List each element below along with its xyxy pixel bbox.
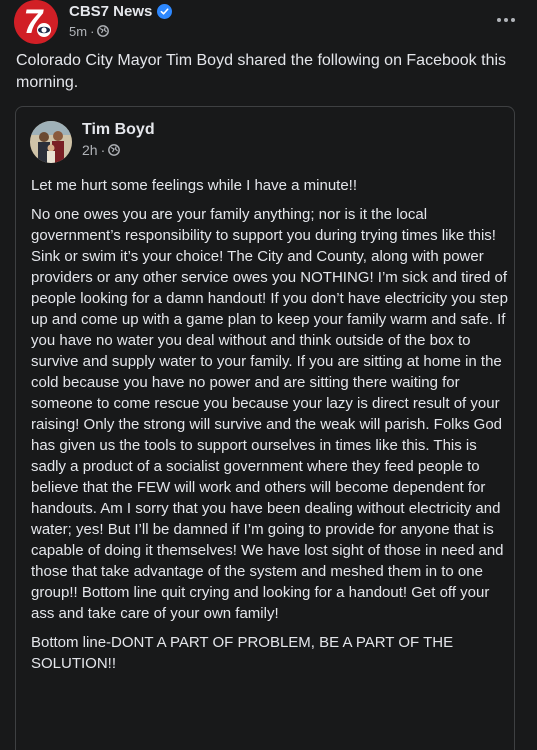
post-timestamp[interactable]: 5m xyxy=(69,24,87,39)
more-dot xyxy=(511,18,515,22)
page-name-row: CBS7 News xyxy=(69,0,173,22)
shared-post-card[interactable]: Tim Boyd 2h · Let me hurt some feelings … xyxy=(15,106,515,750)
facebook-post: 7 CBS7 News 5m · Colorado City Mayor Tim… xyxy=(0,0,537,750)
post-header: 7 CBS7 News 5m · xyxy=(14,0,524,44)
post-paragraph: Bottom line-DONT A PART OF PROBLEM, BE A… xyxy=(31,634,454,672)
verified-badge-icon xyxy=(157,3,173,19)
shared-author-name[interactable]: Tim Boyd xyxy=(82,121,155,139)
globe-icon[interactable] xyxy=(108,144,121,156)
cbs7-logo-icon: 7 xyxy=(14,0,58,44)
shared-author-avatar[interactable] xyxy=(30,121,72,163)
more-options-button[interactable] xyxy=(488,6,524,34)
shared-post-timestamp[interactable]: 2h xyxy=(82,142,98,158)
more-dot xyxy=(504,18,508,22)
post-caption: Colorado City Mayor Tim Boyd shared the … xyxy=(16,52,507,91)
author-photo-icon xyxy=(30,121,72,163)
post-paragraph: Let me hurt some feelings while I have a… xyxy=(31,177,358,194)
shared-post-text: Let me hurt some feelings while I have a… xyxy=(31,175,511,682)
meta-separator: · xyxy=(90,23,95,39)
globe-icon[interactable] xyxy=(97,25,110,37)
page-name-link[interactable]: CBS7 News xyxy=(69,3,152,20)
shared-post-meta: 2h · xyxy=(82,141,121,159)
post-paragraph: No one owes you are your family anything… xyxy=(31,206,508,622)
meta-separator: · xyxy=(100,142,106,158)
more-dot xyxy=(497,18,501,22)
post-meta: 5m · xyxy=(69,22,110,40)
cbs7-logo-avatar[interactable]: 7 xyxy=(14,0,58,44)
